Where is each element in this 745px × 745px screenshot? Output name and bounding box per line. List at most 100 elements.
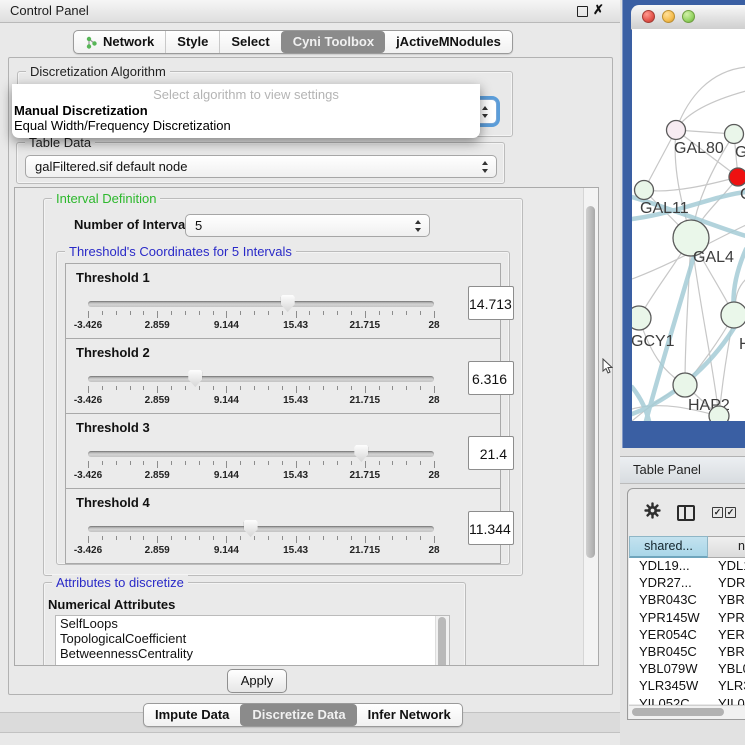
column-header-name[interactable]: n [708, 536, 745, 558]
threshold-slider[interactable] [88, 526, 434, 532]
panel-title: Control Panel [10, 3, 89, 18]
slider-thumb[interactable] [188, 370, 202, 387]
minimize-traffic-icon[interactable] [662, 10, 675, 23]
combo-arrows-icon [415, 220, 422, 232]
network-node-label: H [739, 336, 745, 353]
scrollbar-thumb[interactable] [586, 206, 595, 558]
gear-icon[interactable] [644, 502, 661, 519]
tab-label: jActiveMNodules [396, 31, 501, 53]
network-node [721, 302, 745, 328]
float-window-icon[interactable] [577, 6, 588, 17]
list-scrollbar[interactable] [435, 616, 449, 666]
list-item[interactable]: SelfLoops [56, 616, 449, 631]
threshold-row: Threshold 2 -3.4262.8599.14415.4321.7152… [65, 338, 501, 414]
number-of-intervals-combobox[interactable]: 5 [185, 214, 430, 237]
columns-icon[interactable] [677, 505, 695, 521]
checkbox-icon[interactable]: ✓ [725, 507, 736, 518]
tab-cyni-toolbox[interactable]: Cyni Toolbox [281, 31, 385, 53]
network-node [673, 373, 697, 397]
combo-value: 5 [195, 218, 202, 233]
list-item[interactable]: TopologicalCoefficient [56, 631, 449, 646]
scrollbar-thumb[interactable] [632, 708, 724, 716]
tab-jactivemnodules[interactable]: jActiveMNodules [385, 31, 512, 53]
tab-network[interactable]: Network [74, 31, 165, 53]
slider-ticks [88, 536, 434, 544]
table-rows: YDL19...YDL1 YDR27...YDR2 YBR043CYBR0 YP… [629, 558, 745, 704]
thresholds-groupbox: Threshold's Coordinates for 5 Intervals … [56, 251, 510, 565]
table-row[interactable]: YBL079WYBL0 [629, 661, 745, 678]
slider-thumb[interactable] [244, 520, 258, 537]
threshold-value-field[interactable]: 11.344 [468, 511, 514, 545]
numerical-attributes-list[interactable]: SelfLoops TopologicalCoefficient Between… [55, 615, 450, 666]
network-node-label: GAL4 [693, 249, 734, 266]
popup-item-manual-discretization[interactable]: Manual Discretization [14, 103, 148, 118]
slider-thumb[interactable] [354, 445, 368, 462]
table-row[interactable]: YPR145WYPR1 [629, 610, 745, 627]
network-node [635, 181, 654, 200]
threshold-rows: Threshold 1 -3.4262.8599.14415.4321.7152… [65, 264, 501, 564]
apply-button[interactable]: Apply [227, 669, 287, 693]
network-node-label: GA [735, 144, 745, 161]
threshold-value-field[interactable]: 21.4 [468, 436, 514, 470]
table-horizontal-scrollbar[interactable] [629, 705, 745, 719]
close-traffic-icon[interactable] [642, 10, 655, 23]
groupbox-title: Threshold's Coordinates for 5 Intervals [65, 244, 296, 259]
table-row[interactable]: YBR043CYBR0 [629, 592, 745, 609]
table-row[interactable]: YBR045CYBR0 [629, 644, 745, 661]
threshold-slider[interactable] [88, 376, 434, 382]
tab-discretize-data[interactable]: Discretize Data [240, 704, 356, 726]
network-node-label: GCY1 [632, 333, 675, 350]
groupbox-title: Interval Definition [52, 191, 160, 206]
threshold-slider[interactable] [88, 451, 434, 457]
tab-select[interactable]: Select [219, 31, 280, 53]
column-header-shared-name[interactable]: shared... [629, 536, 708, 558]
threshold-row: Threshold 1 -3.4262.8599.14415.4321.7152… [65, 263, 501, 339]
threshold-slider[interactable] [88, 301, 434, 307]
threshold-value-field[interactable]: 6.316 [468, 361, 514, 395]
table-row[interactable]: YDR27...YDR2 [629, 575, 745, 592]
algorithm-dropdown-popup: Select algorithm to view settings Manual… [12, 84, 480, 138]
tab-label: Impute Data [155, 704, 229, 726]
interval-definition-groupbox: Interval Definition Number of Intervals … [43, 198, 523, 576]
checkbox-icon[interactable]: ✓ [712, 507, 723, 518]
tab-style[interactable]: Style [165, 31, 219, 53]
popup-item-equal-width-frequency[interactable]: Equal Width/Frequency Discretization [14, 118, 231, 133]
combo-value: galFiltered.sif default node [35, 159, 187, 174]
zoom-traffic-icon[interactable] [682, 10, 695, 23]
tab-label: Network [103, 31, 154, 53]
tab-label: Discretize Data [252, 704, 345, 726]
network-node [632, 306, 651, 330]
slider-ticks [88, 461, 434, 469]
table-data-combobox[interactable]: galFiltered.sif default node [25, 155, 497, 178]
table-row[interactable]: YER054CYER0 [629, 627, 745, 644]
network-node [725, 125, 744, 144]
table-panel-window: ✓ ✓ shared... n YDL19...YDL1 YDR27...YDR… [627, 488, 745, 720]
bottom-tab-bar: Impute Data Discretize Data Infer Networ… [143, 703, 463, 727]
threshold-label: Threshold 1 [76, 270, 150, 285]
table-data-groupbox: Table Data galFiltered.sif default node [16, 142, 505, 184]
table-panel-titlebar: Table Panel [620, 456, 745, 484]
tab-infer-network[interactable]: Infer Network [357, 704, 462, 726]
tab-label: Cyni Toolbox [293, 31, 374, 53]
slider-ticks [88, 386, 434, 394]
network-node [667, 121, 686, 140]
slider-thumb[interactable] [281, 295, 295, 312]
table-row[interactable]: YLR345WYLR3 [629, 678, 745, 695]
close-icon[interactable]: ✗ [593, 2, 604, 18]
network-node-label: GAL80 [674, 140, 724, 157]
control-panel: Control Panel ✗ Network Style Select Cyn… [0, 0, 620, 745]
threshold-row: Threshold 3 -3.4262.8599.14415.4321.7152… [65, 413, 501, 489]
network-node [729, 168, 745, 186]
network-window-titlebar[interactable] [631, 5, 745, 30]
combo-arrows-icon [482, 106, 489, 118]
groupbox-title: Attributes to discretize [52, 575, 188, 590]
tab-label: Select [231, 31, 269, 53]
settings-scrollbar[interactable] [583, 188, 598, 665]
tab-impute-data[interactable]: Impute Data [144, 704, 240, 726]
network-canvas[interactable]: GAL80GACGAL11GAL4GCY1HHAP2 [632, 29, 745, 421]
numerical-attributes-label: Numerical Attributes [48, 597, 175, 612]
table-row[interactable]: YDL19...YDL1 [629, 558, 745, 575]
list-item[interactable]: BetweennessCentrality [56, 646, 449, 661]
network-icon [85, 36, 98, 49]
threshold-value-field[interactable]: 14.713 [468, 286, 514, 320]
